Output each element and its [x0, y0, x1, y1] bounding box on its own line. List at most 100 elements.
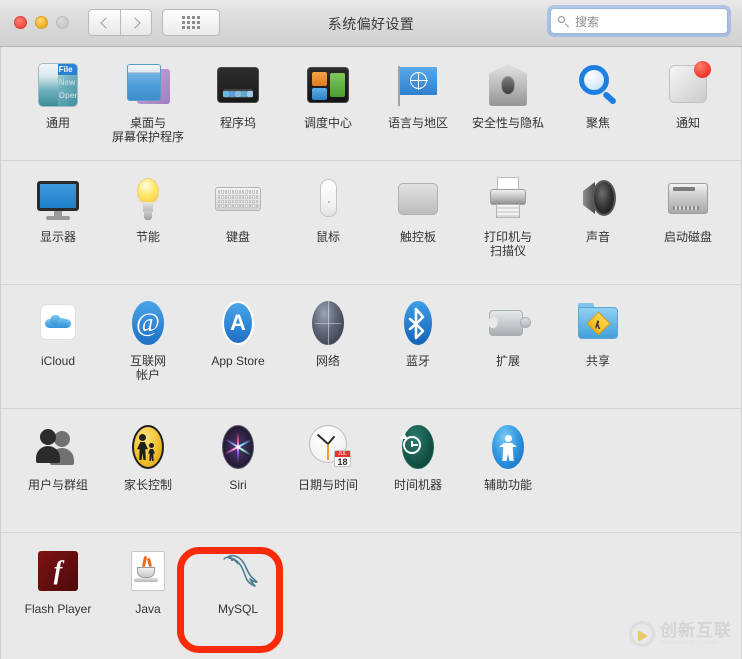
pref-item-accessibility[interactable]: 辅助功能 — [463, 409, 553, 532]
pref-item-siri[interactable]: Siri — [193, 409, 283, 532]
pref-label: 程序坞 — [219, 116, 256, 130]
pref-label: Siri — [229, 478, 247, 492]
pref-item-security-privacy[interactable]: 安全性与隐私 — [463, 47, 553, 160]
internet-accounts-icon: @ — [124, 299, 172, 347]
dock-icon — [214, 61, 262, 109]
pref-item-mouse[interactable]: 鼠标 — [283, 161, 373, 284]
pref-item-general[interactable]: File New Open 通用 — [13, 47, 103, 160]
grid-icon — [182, 16, 200, 29]
pref-label: 声音 — [585, 230, 610, 244]
general-icon-new-text: New — [58, 78, 76, 87]
pref-label: 蓝牙 — [405, 354, 430, 368]
chevron-right-icon — [128, 16, 141, 29]
pref-item-dock[interactable]: 程序坞 — [193, 47, 283, 160]
security-privacy-icon — [484, 61, 532, 109]
date-time-icon: JUL 18 — [304, 423, 352, 471]
preferences-grid: File New Open 通用 桌面与 屏幕保护程序 程序坞 调度中心 语言与… — [0, 47, 742, 659]
sharing-icon — [574, 299, 622, 347]
pref-item-energy-saver[interactable]: 节能 — [103, 161, 193, 284]
general-icon: File New Open — [34, 61, 82, 109]
pref-item-network[interactable]: 网络 — [283, 285, 373, 408]
energy-saver-icon — [124, 175, 172, 223]
pref-item-printers-scanners[interactable]: 打印机与 扫描仪 — [463, 161, 553, 284]
mysql-icon — [214, 547, 262, 595]
pref-item-parental-controls[interactable]: 家长控制 — [103, 409, 193, 532]
pref-label: 用户与群组 — [27, 478, 88, 492]
system-preferences-window: 系统偏好设置 搜索 File New Open 通用 桌面与 屏幕保护程序 程序… — [0, 0, 742, 659]
pref-item-displays[interactable]: 显示器 — [13, 161, 103, 284]
app-store-glyph: A — [230, 310, 246, 335]
spotlight-icon — [574, 61, 622, 109]
pref-item-extensions[interactable]: 扩展 — [463, 285, 553, 408]
pref-label: 共享 — [585, 354, 610, 368]
pref-item-sound[interactable]: 声音 — [553, 161, 643, 284]
mission-control-icon — [304, 61, 352, 109]
pref-item-trackpad[interactable]: 触控板 — [373, 161, 463, 284]
displays-icon — [34, 175, 82, 223]
keyboard-icon — [214, 175, 262, 223]
minimize-window-button[interactable] — [35, 16, 48, 29]
pref-label: 启动磁盘 — [663, 230, 712, 244]
pref-label: 互联网 帐户 — [129, 354, 166, 382]
pref-item-date-time[interactable]: JUL 18 日期与时间 — [283, 409, 373, 532]
preference-row-personal: File New Open 通用 桌面与 屏幕保护程序 程序坞 调度中心 语言与… — [1, 47, 741, 160]
window-titlebar: 系统偏好设置 搜索 — [0, 0, 742, 47]
navigation-button-group — [88, 9, 152, 36]
pref-item-spotlight[interactable]: 聚焦 — [553, 47, 643, 160]
pref-item-mysql[interactable]: MySQL — [193, 533, 283, 658]
startup-disk-icon — [664, 175, 712, 223]
pref-item-icloud[interactable]: iCloud — [13, 285, 103, 408]
show-all-button[interactable] — [162, 9, 220, 36]
parental-controls-icon — [124, 423, 172, 471]
pref-item-startup-disk[interactable]: 启动磁盘 — [643, 161, 733, 284]
pref-label: 调度中心 — [303, 116, 352, 130]
search-input[interactable]: 搜索 — [550, 8, 728, 34]
siri-icon — [214, 423, 262, 471]
preference-row-internet: iCloud @ 互联网 帐户 A App Store 网络 蓝牙 扩展 共享 — [1, 284, 741, 408]
search-field-container: 搜索 — [547, 5, 731, 37]
pref-label: 通用 — [45, 116, 70, 130]
pref-item-notifications[interactable]: 通知 — [643, 47, 733, 160]
forward-button[interactable] — [120, 9, 152, 36]
back-button[interactable] — [88, 9, 120, 36]
pref-item-mission-control[interactable]: 调度中心 — [283, 47, 373, 160]
zoom-window-button[interactable] — [56, 16, 69, 29]
pref-item-language-region[interactable]: 语言与地区 — [373, 47, 463, 160]
pref-item-sharing[interactable]: 共享 — [553, 285, 643, 408]
notification-badge — [694, 61, 711, 78]
time-machine-icon — [394, 423, 442, 471]
general-icon-file-text: File — [58, 65, 73, 74]
pref-item-internet-accounts[interactable]: @ 互联网 帐户 — [103, 285, 193, 408]
pref-item-users-groups[interactable]: 用户与群组 — [13, 409, 103, 532]
pref-label: 日期与时间 — [297, 478, 358, 492]
pref-item-desktop-screensaver[interactable]: 桌面与 屏幕保护程序 — [103, 47, 193, 160]
pref-label: 通知 — [675, 116, 700, 130]
extensions-icon — [484, 299, 532, 347]
close-window-button[interactable] — [14, 16, 27, 29]
java-icon — [124, 547, 172, 595]
traffic-light-group — [14, 16, 69, 29]
pref-label: MySQL — [217, 602, 258, 616]
pref-label: 语言与地区 — [387, 116, 448, 130]
pref-label: 鼠标 — [315, 230, 340, 244]
preference-row-other: f Flash Player Java MySQL — [1, 532, 741, 658]
pref-item-keyboard[interactable]: 键盘 — [193, 161, 283, 284]
icloud-icon — [34, 299, 82, 347]
pref-label: 安全性与隐私 — [471, 116, 544, 130]
pref-item-java[interactable]: Java — [103, 533, 193, 658]
pref-label: 触控板 — [399, 230, 436, 244]
pref-label: 节能 — [135, 230, 160, 244]
pref-item-time-machine[interactable]: 时间机器 — [373, 409, 463, 532]
trackpad-icon — [394, 175, 442, 223]
pref-item-flash-player[interactable]: f Flash Player — [13, 533, 103, 658]
bluetooth-icon — [394, 299, 442, 347]
pref-label: 键盘 — [225, 230, 250, 244]
pref-label: 桌面与 屏幕保护程序 — [111, 116, 184, 144]
pref-item-bluetooth[interactable]: 蓝牙 — [373, 285, 463, 408]
pref-label: App Store — [211, 354, 265, 368]
pref-label: 家长控制 — [123, 478, 172, 492]
pref-label: 扩展 — [495, 354, 520, 368]
pref-label: 时间机器 — [393, 478, 442, 492]
notifications-icon — [664, 61, 712, 109]
pref-item-app-store[interactable]: A App Store — [193, 285, 283, 408]
